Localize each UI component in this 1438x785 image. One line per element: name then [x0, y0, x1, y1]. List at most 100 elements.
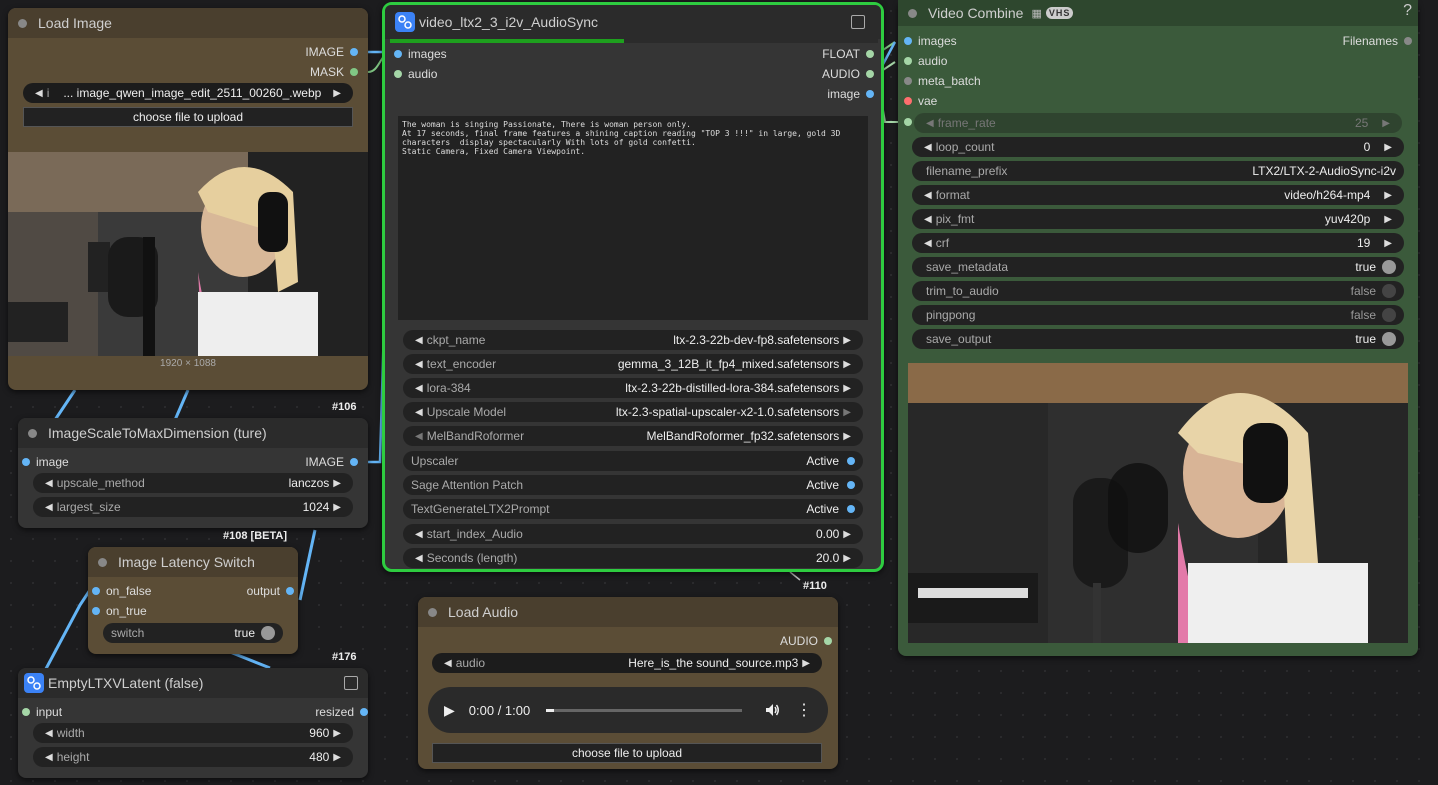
output-image[interactable]: image: [827, 87, 874, 101]
input-audio[interactable]: audio: [394, 67, 437, 81]
socket-icon[interactable]: [1404, 37, 1412, 45]
upscale-model-select[interactable]: ◀ Upscale Model ltx-2.3-spatial-upscaler…: [403, 402, 863, 422]
melband-select[interactable]: ◀ MelBandRoformer MelBandRoformer_fp32.s…: [403, 426, 863, 446]
load-audio-node[interactable]: Load Audio AUDIO ◀ audio Here_is_the sou…: [418, 597, 838, 769]
toggle-knob-icon[interactable]: [1382, 308, 1396, 322]
socket-icon[interactable]: [394, 50, 402, 58]
help-icon[interactable]: ?: [1403, 2, 1412, 20]
image-file-select[interactable]: ◀ i ... image_qwen_image_edit_2511_00260…: [23, 83, 353, 103]
socket-icon[interactable]: [394, 70, 402, 78]
pingpong-toggle[interactable]: pingpong false: [912, 305, 1404, 325]
socket-icon[interactable]: [904, 57, 912, 65]
empty-ltxv-latent-node[interactable]: EmptyLTXVLatent (false) input resized ◀ …: [18, 668, 368, 778]
arrow-left-icon[interactable]: ◀: [415, 407, 423, 418]
prompt-textarea[interactable]: The woman is singing Passionate, There i…: [398, 116, 868, 320]
socket-icon[interactable]: [92, 587, 100, 595]
expand-icon[interactable]: [344, 676, 358, 690]
socket-icon[interactable]: [824, 637, 832, 645]
collapse-dot-icon[interactable]: [98, 557, 107, 567]
arrow-left-icon[interactable]: ◀: [926, 118, 934, 129]
socket-icon[interactable]: [350, 458, 358, 466]
input-images[interactable]: images: [904, 34, 957, 48]
output-image[interactable]: IMAGE: [305, 45, 358, 59]
output-mask[interactable]: MASK: [310, 65, 358, 79]
expand-icon[interactable]: [851, 15, 865, 29]
arrow-left-icon[interactable]: ◀: [45, 478, 53, 489]
input-vae[interactable]: vae: [904, 94, 937, 108]
output-audio[interactable]: AUDIO: [822, 67, 874, 81]
socket-icon[interactable]: [92, 607, 100, 615]
arrow-left-icon[interactable]: ◀: [444, 658, 452, 669]
collapse-dot-icon[interactable]: [28, 428, 37, 438]
collapse-dot-icon[interactable]: [908, 8, 917, 18]
socket-icon[interactable]: [350, 68, 358, 76]
output-image[interactable]: IMAGE: [305, 455, 358, 469]
socket-icon[interactable]: [286, 587, 294, 595]
arrow-left-icon[interactable]: ◀: [924, 142, 932, 153]
arrow-right-icon[interactable]: ▶: [1384, 190, 1392, 201]
arrow-right-icon[interactable]: ▶: [333, 728, 341, 739]
arrow-left-icon[interactable]: ◀: [924, 214, 932, 225]
socket-icon[interactable]: [904, 77, 912, 85]
socket-icon[interactable]: [22, 458, 30, 466]
node-title-bar[interactable]: Load Image: [8, 8, 368, 38]
text-encoder-select[interactable]: ◀ text_encoder gemma_3_12B_it_fp4_mixed.…: [403, 354, 863, 374]
upscale-method-select[interactable]: ◀ upscale_method lanczos ▶: [33, 473, 353, 493]
active-dot-icon[interactable]: [847, 457, 855, 465]
active-dot-icon[interactable]: [847, 481, 855, 489]
trim-to-audio-toggle[interactable]: trim_to_audio false: [912, 281, 1404, 301]
ltx-audiosync-node[interactable]: video_ltx2_3_i2v_AudioSync images audio …: [382, 2, 884, 572]
upscaler-toggle[interactable]: Upscaler Active: [403, 451, 863, 471]
arrow-right-icon[interactable]: ▶: [843, 383, 851, 394]
largest-size-input[interactable]: ◀ largest_size 1024 ▶: [33, 497, 353, 517]
toggle-knob-icon[interactable]: [1382, 332, 1396, 346]
toggle-knob-icon[interactable]: [1382, 284, 1396, 298]
arrow-right-icon[interactable]: ▶: [1384, 238, 1392, 249]
socket-icon[interactable]: [904, 37, 912, 45]
input-image[interactable]: image: [22, 455, 69, 469]
collapse-dot-icon[interactable]: [428, 607, 437, 617]
arrow-left-icon[interactable]: ◀: [45, 752, 53, 763]
audio-file-select[interactable]: ◀ audio Here_is_the sound_source.mp3 ▶: [432, 653, 822, 673]
text-generate-toggle[interactable]: TextGenerateLTX2Prompt Active: [403, 499, 863, 519]
load-image-node[interactable]: Load Image IMAGE MASK ◀ i ... image_qwen…: [8, 8, 368, 390]
arrow-right-icon[interactable]: ▶: [802, 658, 810, 669]
toggle-knob-icon[interactable]: [261, 626, 275, 640]
image-scale-node[interactable]: ImageScaleToMaxDimension (ture) image IM…: [18, 418, 368, 528]
volume-icon[interactable]: [764, 702, 780, 718]
arrow-right-icon[interactable]: ▶: [333, 88, 341, 99]
arrow-right-icon[interactable]: ▶: [843, 359, 851, 370]
more-options-icon[interactable]: ⋮: [796, 700, 812, 720]
arrow-right-icon[interactable]: ▶: [843, 335, 851, 346]
crf-input[interactable]: ◀ crf 19 ▶: [912, 233, 1404, 253]
seconds-length-input[interactable]: ◀ Seconds (length) 20.0 ▶: [403, 548, 863, 568]
node-title-bar[interactable]: Image Latency Switch: [88, 547, 298, 577]
play-icon[interactable]: ▶: [444, 702, 455, 719]
arrow-left-icon[interactable]: ◀: [415, 553, 423, 564]
save-output-toggle[interactable]: save_output true: [912, 329, 1404, 349]
upload-button[interactable]: choose file to upload: [432, 743, 822, 763]
image-latency-switch-node[interactable]: Image Latency Switch on_false on_true ou…: [88, 547, 298, 654]
output-resized[interactable]: resized: [315, 705, 368, 719]
input[interactable]: input: [22, 705, 62, 719]
arrow-right-icon[interactable]: ▶: [1382, 118, 1390, 129]
sage-attention-toggle[interactable]: Sage Attention Patch Active: [403, 475, 863, 495]
video-combine-node[interactable]: Video Combine ▦ VHS ? images audio meta_…: [898, 0, 1418, 656]
width-input[interactable]: ◀ width 960 ▶: [33, 723, 353, 743]
output-filenames[interactable]: Filenames: [1343, 34, 1412, 48]
arrow-left-icon[interactable]: ◀: [415, 335, 423, 346]
frame-rate-socket[interactable]: [904, 115, 912, 129]
arrow-right-icon[interactable]: ▶: [333, 502, 341, 513]
node-title-bar[interactable]: ImageScaleToMaxDimension (ture): [18, 418, 368, 448]
arrow-right-icon[interactable]: ▶: [1384, 142, 1392, 153]
output-audio[interactable]: AUDIO: [780, 634, 832, 648]
arrow-right-icon[interactable]: ▶: [843, 553, 851, 564]
node-title-bar[interactable]: video_ltx2_3_i2v_AudioSync: [385, 5, 881, 39]
video-preview[interactable]: [908, 363, 1408, 643]
socket-icon[interactable]: [904, 97, 912, 105]
filename-prefix-input[interactable]: filename_prefix LTX2/LTX-2-AudioSync-i2v: [912, 161, 1404, 181]
frame-rate-input[interactable]: ◀ frame_rate 25 ▶: [914, 113, 1402, 133]
arrow-left-icon[interactable]: ◀: [924, 190, 932, 201]
arrow-right-icon[interactable]: ▶: [843, 529, 851, 540]
node-title-bar[interactable]: Video Combine ▦ VHS ?: [898, 0, 1418, 26]
